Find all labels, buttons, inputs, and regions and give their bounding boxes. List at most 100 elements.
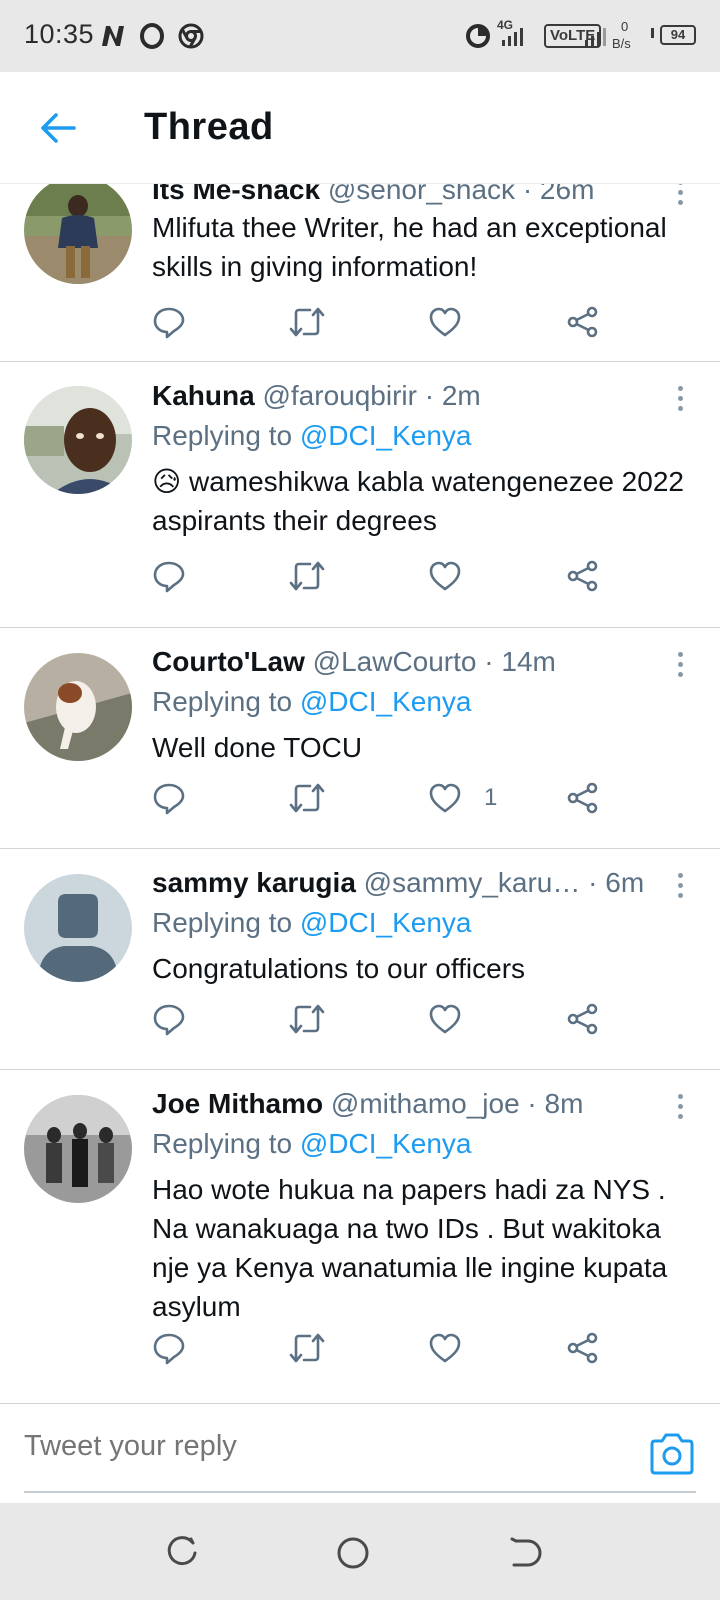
like-icon: [429, 783, 461, 813]
battery-indicator: 94: [660, 25, 696, 45]
page-title: Thread: [144, 106, 274, 148]
tweet-text: Well done TOCU: [152, 732, 363, 763]
tweet-item[interactable]: Kahuna @farouqbirir · 2m Replying to @DC…: [0, 362, 720, 628]
retweet-icon: [289, 1004, 325, 1034]
retweet-icon: [289, 783, 325, 813]
author-name[interactable]: Kahuna: [152, 380, 255, 411]
tweet-item[interactable]: Joe Mithamo @mithamo_joe · 8m Replying t…: [0, 1070, 720, 1404]
replying-to-label: Replying to: [152, 686, 293, 717]
tweet-item[interactable]: sammy karugia @sammy_karu… · 6m Replying…: [0, 849, 720, 1070]
retweet-button[interactable]: [288, 1326, 326, 1370]
more-options-button[interactable]: [670, 378, 690, 418]
mention-link[interactable]: @DCI_Kenya: [300, 907, 472, 938]
back-arrow-icon: [41, 113, 76, 143]
avatar[interactable]: [24, 653, 132, 761]
author-name[interactable]: Its Me-shack: [152, 184, 320, 205]
more-vert-icon: [677, 872, 683, 878]
author-name[interactable]: Courto'Law: [152, 646, 305, 677]
reply-input[interactable]: [24, 1430, 584, 1463]
share-button[interactable]: [566, 300, 600, 344]
back-button[interactable]: [30, 100, 86, 156]
tweet-text: Congratulations to our officers: [152, 953, 526, 984]
reply-button[interactable]: [152, 1326, 186, 1370]
home-icon[interactable]: [333, 1533, 373, 1573]
replying-to-label: Replying to: [152, 907, 293, 938]
signal-strength-icon: [585, 28, 606, 46]
reply-icon: [153, 783, 185, 815]
reply-button[interactable]: [152, 554, 186, 598]
mention-link[interactable]: @DCI_Kenya: [300, 686, 472, 717]
retweet-button[interactable]: [288, 776, 326, 820]
share-icon: [567, 1332, 598, 1364]
tweet-item[interactable]: Its Me-shack @senor_shack · 26m Mlifuta …: [0, 184, 720, 362]
like-button[interactable]: 1: [428, 776, 497, 820]
notification-n-icon: [102, 26, 124, 46]
tweet-header: Kahuna @farouqbirir · 2m: [152, 380, 481, 412]
retweet-button[interactable]: [288, 300, 326, 344]
avatar[interactable]: [24, 1095, 132, 1203]
retweet-button[interactable]: [288, 997, 326, 1041]
like-icon: [429, 561, 461, 591]
avatar[interactable]: [24, 184, 132, 284]
battery-tick: [651, 28, 654, 38]
author-meta: @senor_shack · 26m: [327, 184, 595, 205]
share-button[interactable]: [566, 997, 600, 1041]
more-options-button[interactable]: [670, 1086, 690, 1126]
like-count: 1: [484, 784, 498, 811]
status-time: 10:35: [24, 19, 95, 49]
tweet-header: Courto'Law @LawCourto · 14m: [152, 646, 556, 678]
author-meta: @sammy_karu… · 6m: [363, 867, 645, 898]
reply-button[interactable]: [152, 300, 186, 344]
tweet-actions: [152, 300, 622, 344]
tweet-header: sammy karugia @sammy_karu… · 6m: [152, 867, 644, 899]
like-icon: [429, 307, 461, 337]
reply-icon: [153, 561, 185, 593]
share-button[interactable]: [566, 1326, 600, 1370]
composer-underline: [24, 1491, 696, 1493]
like-button[interactable]: [428, 554, 484, 598]
reply-icon: [153, 307, 185, 339]
share-icon: [567, 782, 598, 814]
mention-link[interactable]: @DCI_Kenya: [300, 1128, 472, 1159]
share-button[interactable]: [566, 776, 600, 820]
more-options-button[interactable]: [670, 865, 690, 905]
tweet-item[interactable]: Courto'Law @LawCourto · 14m Replying to …: [0, 628, 720, 849]
thread-header: Thread: [0, 72, 720, 184]
like-button[interactable]: [428, 997, 484, 1041]
share-icon: [567, 560, 598, 592]
retweet-icon: [289, 307, 325, 337]
retweet-icon: [289, 1333, 325, 1363]
like-button[interactable]: [428, 300, 484, 344]
avatar[interactable]: [24, 874, 132, 982]
mention-link[interactable]: @DCI_Kenya: [300, 420, 472, 451]
more-options-button[interactable]: [670, 644, 690, 684]
tweet-actions: 1: [152, 776, 622, 820]
reply-button[interactable]: [152, 997, 186, 1041]
data-rate-value: 0: [621, 19, 629, 34]
reply-button[interactable]: [152, 776, 186, 820]
author-name[interactable]: sammy karugia: [152, 867, 356, 898]
share-icon: [567, 306, 598, 338]
back-icon[interactable]: [504, 1533, 544, 1573]
status-bar: 10:35 4G VoLTE 0 B/s 94: [0, 0, 720, 72]
author-meta: @farouqbirir · 2m: [262, 380, 481, 411]
share-button[interactable]: [566, 554, 600, 598]
tweet-actions: [152, 1326, 622, 1370]
tweet-text: Mlifuta thee Writer, he had an exception…: [152, 212, 667, 282]
notification-o-icon: [140, 23, 164, 49]
replying-to: Replying to @DCI_Kenya: [152, 686, 471, 718]
tweet-actions: [152, 554, 622, 598]
replying-to: Replying to @DCI_Kenya: [152, 907, 471, 939]
reply-icon: [153, 1004, 185, 1036]
more-vert-icon: [677, 1093, 683, 1099]
reply-composer: [0, 1404, 720, 1502]
camera-button[interactable]: [648, 1432, 696, 1476]
like-button[interactable]: [428, 1326, 484, 1370]
recents-icon[interactable]: [162, 1533, 202, 1573]
data-saver-icon: [466, 24, 490, 48]
data-rate-unit: B/s: [612, 36, 631, 51]
avatar[interactable]: [24, 386, 132, 494]
like-icon: [429, 1333, 461, 1363]
author-name[interactable]: Joe Mithamo: [152, 1088, 323, 1119]
retweet-button[interactable]: [288, 554, 326, 598]
